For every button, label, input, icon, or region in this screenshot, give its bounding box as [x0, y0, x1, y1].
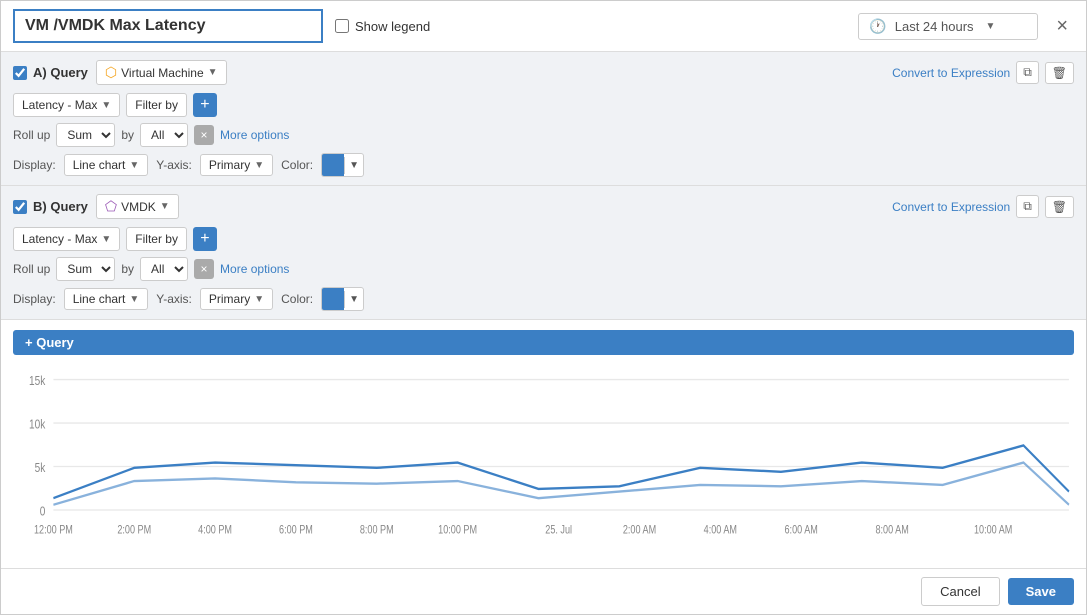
- query-b-yaxis-label: Y-axis:: [156, 292, 192, 306]
- query-a-rollup-select[interactable]: Sum Avg Min Max: [56, 123, 115, 147]
- query-b-color-picker[interactable]: ▼: [321, 287, 364, 311]
- query-a-yaxis-button[interactable]: Primary ▼: [200, 154, 273, 176]
- svg-text:2:00 AM: 2:00 AM: [623, 524, 656, 537]
- query-b-label: B) Query: [33, 199, 88, 214]
- query-b-more-options-link[interactable]: More options: [220, 262, 289, 276]
- query-b-rollup-select[interactable]: Sum Avg Min Max: [56, 257, 115, 281]
- entity-b-chevron: ▼: [160, 201, 170, 212]
- query-b-display-label: Display:: [13, 292, 56, 306]
- metric-b-chevron: ▼: [101, 234, 111, 245]
- svg-text:25. Jul: 25. Jul: [545, 524, 572, 537]
- query-b-color-swatch[interactable]: [322, 288, 344, 310]
- query-a-color-swatch[interactable]: [322, 154, 344, 176]
- delete-query-b-button[interactable]: 🗑: [1045, 196, 1074, 218]
- svg-text:4:00 PM: 4:00 PM: [198, 524, 232, 537]
- virtual-machine-icon: ⬡: [105, 64, 117, 81]
- query-b-add-filter-button[interactable]: +: [193, 227, 217, 251]
- save-button[interactable]: Save: [1008, 578, 1074, 605]
- entity-chevron: ▼: [208, 67, 218, 78]
- chart-title-input[interactable]: [13, 9, 323, 43]
- query-a-entity-button[interactable]: ⬡ Virtual Machine ▼: [96, 60, 227, 85]
- query-a-group-select[interactable]: All: [140, 123, 188, 147]
- svg-text:8:00 AM: 8:00 AM: [875, 524, 908, 537]
- query-b-chart-type-label: Line chart: [73, 292, 126, 306]
- chart-area: 15k 10k 5k 0 12:00 PM 2:00 PM 4:00 PM 6:…: [1, 365, 1086, 568]
- clock-icon: 🕐: [869, 18, 886, 35]
- vmdk-icon: ⬠: [105, 198, 117, 215]
- query-a-more-options-link[interactable]: More options: [220, 128, 289, 142]
- svg-text:0: 0: [40, 504, 46, 519]
- svg-text:10:00 PM: 10:00 PM: [438, 524, 477, 537]
- svg-text:10k: 10k: [29, 417, 45, 432]
- query-b-yaxis-button[interactable]: Primary ▼: [200, 288, 273, 310]
- convert-to-expression-a-link[interactable]: Convert to Expression: [892, 66, 1010, 80]
- query-section-b: B) Query ⬠ VMDK ▼ Convert to Expression …: [1, 186, 1086, 320]
- close-button[interactable]: ×: [1050, 13, 1074, 40]
- convert-to-expression-b-link[interactable]: Convert to Expression: [892, 200, 1010, 214]
- query-a-chart-type-button[interactable]: Line chart ▼: [64, 154, 149, 176]
- show-legend-label: Show legend: [335, 19, 430, 34]
- query-b-filter-button[interactable]: Filter by: [126, 227, 187, 251]
- query-a-checkbox[interactable]: [13, 66, 27, 80]
- svg-text:6:00 AM: 6:00 AM: [785, 524, 818, 537]
- query-b-entity-label: VMDK: [121, 200, 156, 214]
- query-b-metric-label: Latency - Max: [22, 232, 97, 246]
- query-a-yaxis-value: Primary: [209, 158, 250, 172]
- query-b-entity-button[interactable]: ⬠ VMDK ▼: [96, 194, 179, 219]
- cancel-button[interactable]: Cancel: [921, 577, 999, 606]
- query-a-entity-label: Virtual Machine: [121, 66, 204, 80]
- copy-query-a-button[interactable]: ⧉: [1016, 61, 1039, 84]
- query-section-a: A) Query ⬡ Virtual Machine ▼ Convert to …: [1, 52, 1086, 186]
- svg-text:15k: 15k: [29, 374, 45, 389]
- chart-type-b-chevron: ▼: [129, 294, 139, 305]
- footer: Cancel Save: [1, 568, 1086, 614]
- query-b-rollup-label: Roll up: [13, 262, 50, 276]
- svg-text:8:00 PM: 8:00 PM: [360, 524, 394, 537]
- add-query-button[interactable]: + Query: [13, 330, 1074, 355]
- time-range-label: Last 24 hours: [895, 19, 974, 34]
- query-b-metric-button[interactable]: Latency - Max ▼: [13, 227, 120, 251]
- color-a-arrow[interactable]: ▼: [344, 157, 363, 174]
- copy-query-b-button[interactable]: ⧉: [1016, 195, 1039, 218]
- query-a-rollup-label: Roll up: [13, 128, 50, 142]
- query-a-yaxis-label: Y-axis:: [156, 158, 192, 172]
- query-a-color-picker[interactable]: ▼: [321, 153, 364, 177]
- query-a-color-label: Color:: [281, 158, 313, 172]
- query-b-by-label: by: [121, 262, 134, 276]
- yaxis-b-chevron: ▼: [254, 294, 264, 305]
- svg-text:2:00 PM: 2:00 PM: [117, 524, 151, 537]
- metric-a-chevron: ▼: [101, 100, 111, 111]
- query-a-chart-type-label: Line chart: [73, 158, 126, 172]
- chart-type-a-chevron: ▼: [129, 160, 139, 171]
- query-a-display-label: Display:: [13, 158, 56, 172]
- query-b-group-select[interactable]: All: [140, 257, 188, 281]
- query-b-clear-button[interactable]: ×: [194, 259, 214, 279]
- color-b-arrow[interactable]: ▼: [344, 291, 363, 308]
- query-b-color-label: Color:: [281, 292, 313, 306]
- query-a-add-filter-button[interactable]: +: [193, 93, 217, 117]
- svg-text:12:00 PM: 12:00 PM: [34, 524, 73, 537]
- query-a-by-label: by: [121, 128, 134, 142]
- time-range-chevron: ▼: [986, 21, 996, 32]
- line-chart: 15k 10k 5k 0 12:00 PM 2:00 PM 4:00 PM 6:…: [13, 373, 1074, 564]
- query-b-yaxis-value: Primary: [209, 292, 250, 306]
- yaxis-a-chevron: ▼: [254, 160, 264, 171]
- query-a-metric-label: Latency - Max: [22, 98, 97, 112]
- query-a-clear-button[interactable]: ×: [194, 125, 214, 145]
- delete-query-a-button[interactable]: 🗑: [1045, 62, 1074, 84]
- svg-text:5k: 5k: [35, 461, 46, 476]
- svg-text:10:00 AM: 10:00 AM: [974, 524, 1012, 537]
- show-legend-checkbox[interactable]: [335, 19, 349, 33]
- query-b-chart-type-button[interactable]: Line chart ▼: [64, 288, 149, 310]
- time-range-selector[interactable]: 🕐 Last 24 hours ▼: [858, 13, 1038, 40]
- svg-text:6:00 PM: 6:00 PM: [279, 524, 313, 537]
- query-a-label: A) Query: [33, 65, 88, 80]
- query-a-filter-button[interactable]: Filter by: [126, 93, 187, 117]
- query-b-checkbox[interactable]: [13, 200, 27, 214]
- svg-text:4:00 AM: 4:00 AM: [704, 524, 737, 537]
- query-a-metric-button[interactable]: Latency - Max ▼: [13, 93, 120, 117]
